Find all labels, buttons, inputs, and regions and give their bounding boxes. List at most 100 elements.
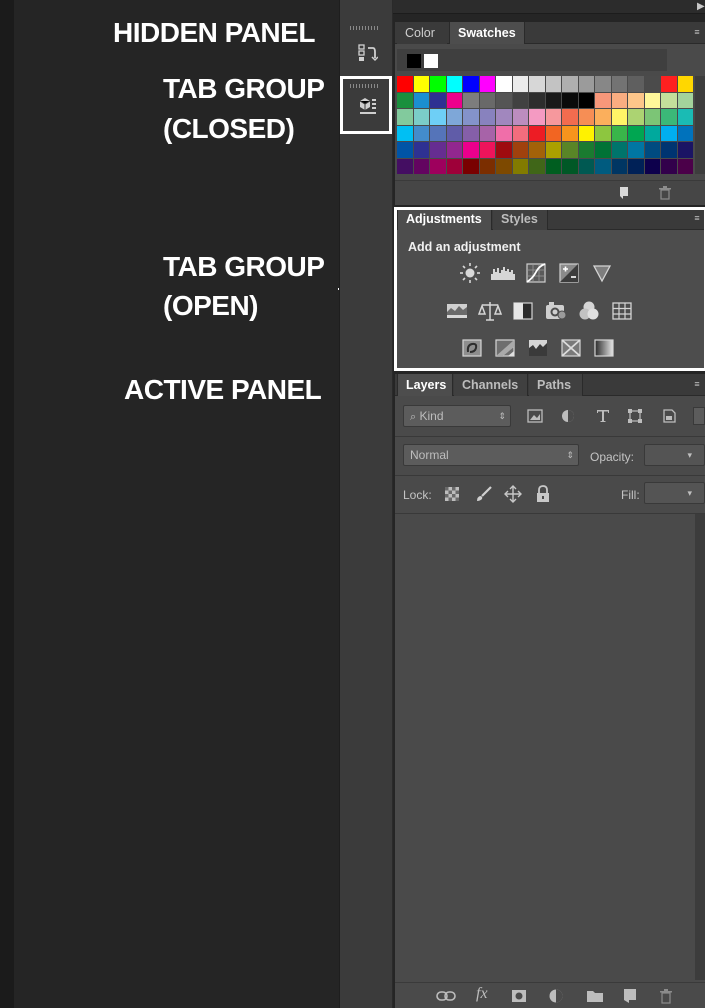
color-swatch[interactable] [677,142,693,158]
color-swatch[interactable] [463,109,479,125]
color-swatch[interactable] [446,125,462,141]
type-filter-icon[interactable] [594,407,612,425]
color-swatch[interactable] [661,109,677,125]
color-swatch[interactable] [496,109,512,125]
color-swatch[interactable] [628,142,644,158]
tab-paths[interactable]: Paths [529,374,583,396]
color-swatch[interactable] [512,142,528,158]
tab-color[interactable]: Color [397,22,447,44]
color-swatch[interactable] [496,125,512,141]
delete-layer-icon[interactable] [657,987,675,1005]
color-swatch[interactable] [628,125,644,141]
photo-filter-icon[interactable] [542,300,570,322]
color-swatch[interactable] [545,92,561,108]
color-swatch[interactable] [595,92,611,108]
color-swatch[interactable] [545,158,561,174]
color-swatch[interactable] [446,92,462,108]
color-swatch[interactable] [578,142,594,158]
color-swatch[interactable] [430,158,446,174]
color-swatch[interactable] [479,158,495,174]
tab-channels[interactable]: Channels [454,374,528,396]
background-color-swatch[interactable] [424,54,438,68]
color-swatch[interactable] [644,125,660,141]
color-swatch[interactable] [397,109,413,125]
color-swatch[interactable] [595,125,611,141]
color-swatch[interactable] [413,125,429,141]
color-swatch[interactable] [545,109,561,125]
color-swatch[interactable] [479,92,495,108]
color-swatch[interactable] [578,125,594,141]
color-swatch[interactable] [430,76,446,92]
vibrance-icon[interactable] [588,262,616,284]
color-swatch[interactable] [446,76,462,92]
color-swatch[interactable] [463,125,479,141]
color-swatch[interactable] [595,158,611,174]
blend-mode-select[interactable]: Normal ⇕ [403,444,579,466]
panel-menu-icon[interactable]: ≡ [691,212,703,224]
color-swatch[interactable] [611,142,627,158]
tab-adjustments[interactable]: Adjustments [397,208,492,230]
color-swatch[interactable] [529,76,545,92]
color-swatch[interactable] [430,125,446,141]
color-swatch[interactable] [677,158,693,174]
color-swatch[interactable] [496,158,512,174]
color-swatch[interactable] [661,125,677,141]
color-swatch[interactable] [644,158,660,174]
expand-dock-icon[interactable]: ▶ [697,1,705,12]
invert-icon[interactable] [458,337,486,359]
color-swatch[interactable] [578,109,594,125]
color-swatch[interactable] [595,109,611,125]
curves-icon[interactable] [522,262,550,284]
color-swatch[interactable] [644,109,660,125]
color-swatch[interactable] [628,76,644,92]
color-swatch[interactable] [661,142,677,158]
color-swatch[interactable] [479,76,495,92]
color-swatch[interactable] [611,92,627,108]
color-swatch[interactable] [677,109,693,125]
new-adjustment-icon[interactable] [547,987,565,1005]
shape-filter-icon[interactable] [626,407,644,425]
color-swatch[interactable] [430,142,446,158]
color-swatch[interactable] [397,142,413,158]
dock-grip[interactable] [350,26,380,30]
threshold-icon[interactable] [524,337,552,359]
channel-mixer-icon[interactable] [575,300,603,322]
color-swatch[interactable] [611,158,627,174]
layers-scrollbar[interactable] [695,514,705,980]
tab-swatches[interactable]: Swatches [449,22,525,44]
selective-color-icon[interactable] [557,337,585,359]
color-swatch[interactable] [545,125,561,141]
color-swatch[interactable] [479,142,495,158]
color-swatch[interactable] [562,158,578,174]
filter-toggle[interactable] [693,407,705,425]
foreground-color-swatch[interactable] [407,54,421,68]
color-swatch[interactable] [496,142,512,158]
layer-filter-kind-select[interactable]: ⌕ Kind ⇕ [403,405,511,427]
color-swatch[interactable] [446,142,462,158]
color-swatch[interactable] [644,76,660,92]
link-layers-icon[interactable] [435,988,457,1004]
color-swatch[interactable] [578,92,594,108]
color-swatch[interactable] [529,142,545,158]
color-swatch[interactable] [430,92,446,108]
color-swatch[interactable] [512,109,528,125]
color-swatch[interactable] [463,142,479,158]
new-swatch-icon[interactable] [617,185,633,201]
color-swatch[interactable] [562,142,578,158]
lock-transparent-icon[interactable] [443,485,461,503]
color-balance-icon[interactable] [476,300,504,322]
adjustment-filter-icon[interactable] [559,407,577,425]
panel-menu-icon[interactable]: ≡ [691,26,703,38]
black-white-icon[interactable] [509,300,537,322]
color-swatch[interactable] [611,76,627,92]
color-swatch[interactable] [562,92,578,108]
color-swatch[interactable] [413,109,429,125]
color-swatch[interactable] [578,76,594,92]
color-swatch[interactable] [512,76,528,92]
color-swatch[interactable] [644,92,660,108]
lock-pixels-icon[interactable] [474,485,494,503]
history-icon[interactable] [352,40,382,66]
color-swatch[interactable] [545,142,561,158]
color-swatch[interactable] [529,158,545,174]
color-swatch[interactable] [413,92,429,108]
